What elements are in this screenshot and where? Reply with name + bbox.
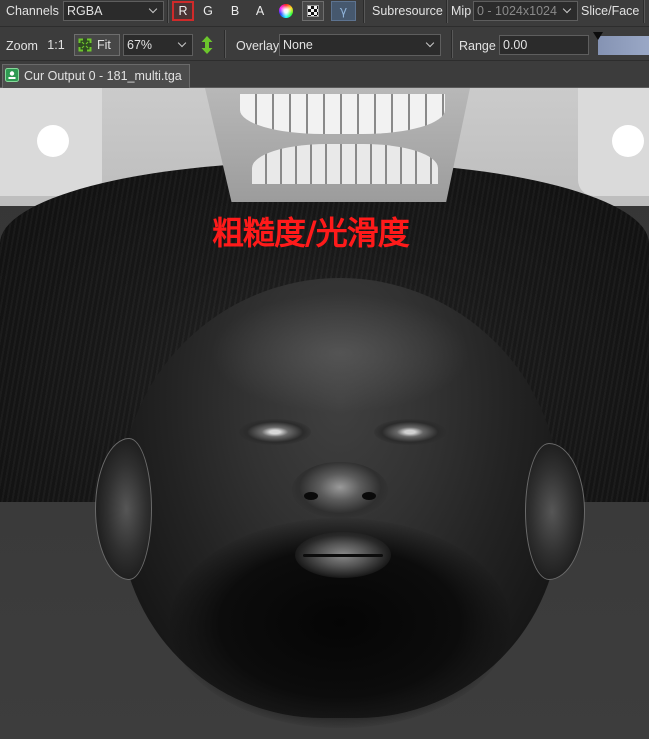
toolbar-separator <box>224 30 226 58</box>
texture-viewport[interactable]: 粗糙度/光滑度 <box>0 88 649 739</box>
checkerboard-icon <box>307 5 319 17</box>
tab-bar: Cur Output 0 - 181_multi.tga <box>0 60 649 88</box>
chevron-down-icon <box>425 38 435 48</box>
overlay-label: Overlay <box>236 39 280 53</box>
tab-label: Cur Output 0 - 181_multi.tga <box>24 69 182 83</box>
texture-nose <box>292 462 388 518</box>
color-wheel-icon[interactable] <box>279 4 293 18</box>
zoom-dropdown-value: 67% <box>127 38 153 52</box>
zoom-toolbar-row: Zoom 1:1 Fit 67% Overlay None Range 0.00 <box>0 28 649 60</box>
actual-size-button[interactable]: 1:1 <box>44 34 68 56</box>
texture-forehead-highlight <box>210 293 470 413</box>
slice-face-label: Slice/Face <box>581 4 640 18</box>
range-label: Range <box>459 39 496 53</box>
toolbar-separator <box>167 0 169 23</box>
mip-dropdown-value: 0 - 1024x1024 <box>477 4 557 18</box>
subresource-label: Subresource <box>372 4 443 18</box>
channel-blue-button[interactable]: B <box>224 1 246 21</box>
channel-alpha-button[interactable]: A <box>249 1 271 21</box>
texture-left-eye <box>239 419 311 445</box>
roughness-annotation-text: 粗糙度/光滑度 <box>212 214 410 252</box>
fit-to-window-icon <box>78 38 92 52</box>
channel-green-button[interactable]: G <box>197 1 219 21</box>
tab-bar-top-line <box>0 60 649 61</box>
fit-button[interactable]: Fit <box>74 34 120 56</box>
overlay-dropdown[interactable]: None <box>279 34 441 56</box>
mip-dropdown[interactable]: 0 - 1024x1024 <box>473 1 578 21</box>
channels-dropdown-value: RGBA <box>67 4 103 18</box>
channels-label: Channels <box>6 4 59 18</box>
range-min-input[interactable]: 0.00 <box>499 35 589 55</box>
mip-label: Mip <box>451 4 472 18</box>
texture-lower-teeth <box>252 144 438 184</box>
zoom-label: Zoom <box>6 39 38 53</box>
texture-white-dot <box>612 125 644 157</box>
fit-label: Fit <box>97 38 111 52</box>
checkerboard-background-button[interactable] <box>302 1 324 21</box>
channel-red-button[interactable]: R <box>172 1 194 21</box>
texture-white-dot <box>37 125 69 157</box>
zoom-dropdown[interactable]: 67% <box>123 34 193 56</box>
toolbar-divider <box>0 26 649 27</box>
texture-left-nostril <box>304 492 318 500</box>
toolbar-separator <box>451 30 453 58</box>
texture-left-corner-block <box>0 88 102 196</box>
texture-right-corner-block <box>578 88 649 196</box>
toolbar-separator <box>363 0 365 23</box>
texture-left-ear <box>95 438 152 580</box>
range-slider-bar[interactable] <box>598 36 649 55</box>
overlay-dropdown-value: None <box>283 38 313 52</box>
chevron-down-icon <box>177 38 187 48</box>
gamma-button[interactable]: γ <box>331 1 356 21</box>
toolbar-separator <box>446 0 448 23</box>
texture-teeth-region <box>205 88 470 202</box>
channels-toolbar-row: Channels RGBA R G B A γ Subresource Mip … <box>0 0 649 24</box>
channels-dropdown[interactable]: RGBA <box>63 1 164 21</box>
range-min-value: 0.00 <box>503 38 528 52</box>
tab-cur-output[interactable]: Cur Output 0 - 181_multi.tga <box>2 64 190 88</box>
vertical-arrows-icon[interactable] <box>200 35 214 55</box>
toolbar-separator <box>643 0 645 23</box>
texture-upper-teeth <box>240 94 445 134</box>
texture-mouth-line <box>303 554 383 557</box>
texture-right-eye <box>374 419 446 445</box>
texture-tab-icon <box>5 68 19 82</box>
chevron-down-icon <box>562 4 572 14</box>
range-min-handle[interactable] <box>593 32 603 40</box>
texture-right-nostril <box>362 492 376 500</box>
chevron-down-icon <box>148 4 158 14</box>
